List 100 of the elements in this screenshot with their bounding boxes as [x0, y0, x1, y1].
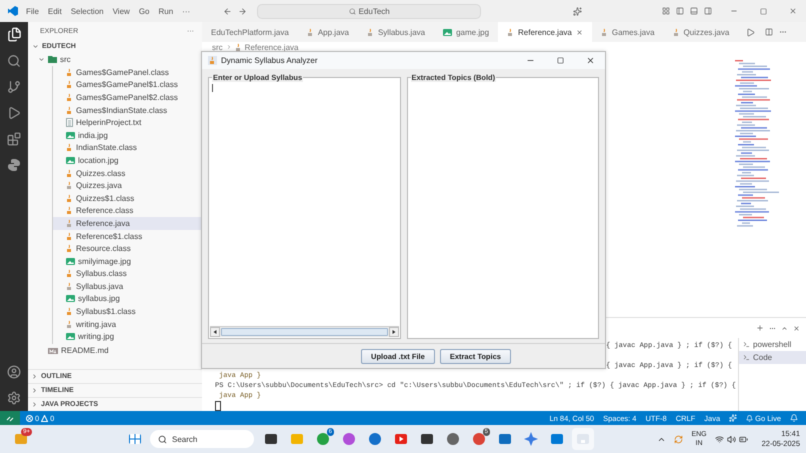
explorer-entry[interactable]: Syllabus$1.class: [76, 307, 136, 316]
run-icon: [746, 28, 756, 36]
explorer-entry[interactable]: Games$GamePanel$1.class: [76, 80, 178, 90]
scroll-left-button[interactable]: [210, 327, 220, 337]
horizontal-scrollbar[interactable]: [210, 326, 398, 337]
split-editor-icon: [765, 28, 774, 36]
files-icon: [6, 27, 22, 42]
search-icon: [7, 54, 21, 68]
coffee-cup-icon: [600, 28, 608, 36]
coffee-cup-icon: [66, 143, 73, 152]
image-icon: [66, 258, 75, 265]
sidebar-toggle-icon: [676, 7, 684, 15]
coffee-cup-icon: [507, 28, 514, 36]
volume-icon: [726, 434, 736, 444]
wifi-icon: [714, 434, 724, 444]
search-icon: [348, 8, 356, 14]
text-file-icon: [66, 118, 73, 128]
coffee-cup-icon: [66, 194, 73, 203]
dialog-title: Dynamic Syllabus Analyzer: [221, 56, 318, 65]
explorer-entry[interactable]: writing.jpg: [78, 332, 114, 342]
explorer-entry[interactable]: README.md: [61, 346, 109, 355]
windows-start-icon[interactable]: [128, 432, 142, 446]
explorer-entry[interactable]: Syllabus.java: [76, 282, 124, 291]
settings-icon: [7, 391, 21, 405]
taskbar-search-field[interactable]: Search: [150, 430, 254, 448]
explorer-entry[interactable]: writing.java: [76, 320, 116, 329]
notifications-icon: [790, 414, 798, 422]
editor-tab[interactable]: Reference.java: [498, 22, 592, 42]
explorer-entry[interactable]: Games$GamePanel$2.class: [76, 92, 178, 102]
editor-tab[interactable]: Syllabus.java: [358, 22, 434, 42]
coffee-cup-icon: [66, 307, 73, 316]
explorer-entry[interactable]: syllabus.jpg: [78, 294, 120, 304]
coffee-cup-icon: [208, 56, 217, 65]
warning-icon: [41, 414, 48, 422]
maximize-icon: [557, 57, 564, 64]
coffee-cup-icon: [66, 80, 73, 90]
branch-icon: [7, 80, 21, 94]
error-icon: [26, 414, 33, 422]
editor-tab[interactable]: Games.java: [592, 22, 664, 42]
panel-toggle-icon: [690, 7, 698, 15]
menu-item[interactable]: ···: [182, 6, 190, 16]
app-logo-icon: [8, 6, 18, 16]
coffee-cup-icon: [66, 106, 73, 115]
explorer-entry[interactable]: Reference.class: [76, 206, 134, 216]
close-icon: [789, 7, 798, 15]
terminal-tab[interactable]: Code: [753, 353, 772, 362]
menu-item[interactable]: Edit: [48, 6, 62, 16]
folder-item[interactable]: src: [60, 55, 71, 64]
video-play-icon[interactable]: [394, 432, 408, 446]
explorer-entry[interactable]: location.jpg: [78, 156, 118, 165]
menu-item[interactable]: Go: [138, 6, 150, 16]
menu-item[interactable]: Selection: [70, 6, 104, 16]
menu-item[interactable]: View: [112, 6, 130, 16]
image-icon: [66, 132, 75, 139]
editor-tab[interactable]: EduTechPlatform.java: [202, 22, 298, 42]
run-debug-icon: [7, 106, 21, 120]
battery-icon: [738, 434, 748, 444]
back-arrow-icon: [223, 6, 232, 16]
image-icon: [66, 295, 75, 302]
command-search-field[interactable]: EduTech: [257, 4, 482, 18]
coffee-cup-icon: [234, 42, 242, 52]
terminal-tab[interactable]: powershell: [753, 340, 792, 349]
sparkle-icon[interactable]: [524, 432, 538, 446]
coffee-cup-icon: [66, 269, 73, 278]
coffee-cup-icon: [66, 92, 73, 102]
explorer-entry[interactable]: Games$IndianState.class: [76, 106, 168, 115]
add-terminal-icon: [756, 324, 764, 332]
terminal-icon: [743, 354, 750, 361]
restore-icon: [760, 8, 768, 14]
search-icon: [158, 434, 167, 444]
editor-tab[interactable]: App.java: [298, 22, 358, 42]
remote-indicator[interactable]: [0, 411, 20, 425]
scroll-right-button[interactable]: [388, 327, 398, 337]
explorer-entry[interactable]: Quizzes.class: [76, 168, 126, 178]
explorer-entry[interactable]: Resource.class: [76, 244, 131, 254]
snake-icon: [7, 158, 21, 172]
explorer-entry[interactable]: HelperinProject.txt: [76, 118, 142, 128]
editor-tab[interactable]: Quizzes.java: [664, 22, 738, 42]
markdown-icon: [48, 348, 58, 354]
explorer-entry[interactable]: IndianState.class: [76, 143, 137, 152]
breadcrumb-item[interactable]: Reference.java: [244, 42, 298, 52]
breadcrumb-item[interactable]: src: [212, 42, 223, 52]
explorer-entry[interactable]: Quizzes$1.class: [76, 194, 134, 203]
editor-tab[interactable]: game.jpg: [434, 22, 498, 42]
coffee-cup-icon: [366, 28, 374, 36]
maximize-panel-icon: [781, 324, 788, 332]
explorer-entry[interactable]: smilyimage.jpg: [78, 256, 131, 266]
sync-icon: [674, 434, 684, 444]
menu-item[interactable]: File: [26, 6, 39, 16]
coffee-cup-icon: [66, 68, 73, 77]
close-icon: [793, 324, 800, 332]
coffee-cup-icon: [66, 282, 73, 291]
explorer-entry[interactable]: Syllabus.class: [76, 269, 127, 278]
coffee-cup-icon: [66, 218, 73, 228]
menu-item[interactable]: Run: [158, 6, 174, 16]
explorer-entry[interactable]: Reference$1.class: [76, 232, 142, 241]
explorer-entry[interactable]: Games$GamePanel.class: [76, 68, 169, 77]
explorer-entry[interactable]: Quizzes.java: [76, 181, 122, 190]
coffee-cup-icon: [66, 232, 73, 241]
explorer-entry[interactable]: india.jpg: [78, 130, 108, 140]
